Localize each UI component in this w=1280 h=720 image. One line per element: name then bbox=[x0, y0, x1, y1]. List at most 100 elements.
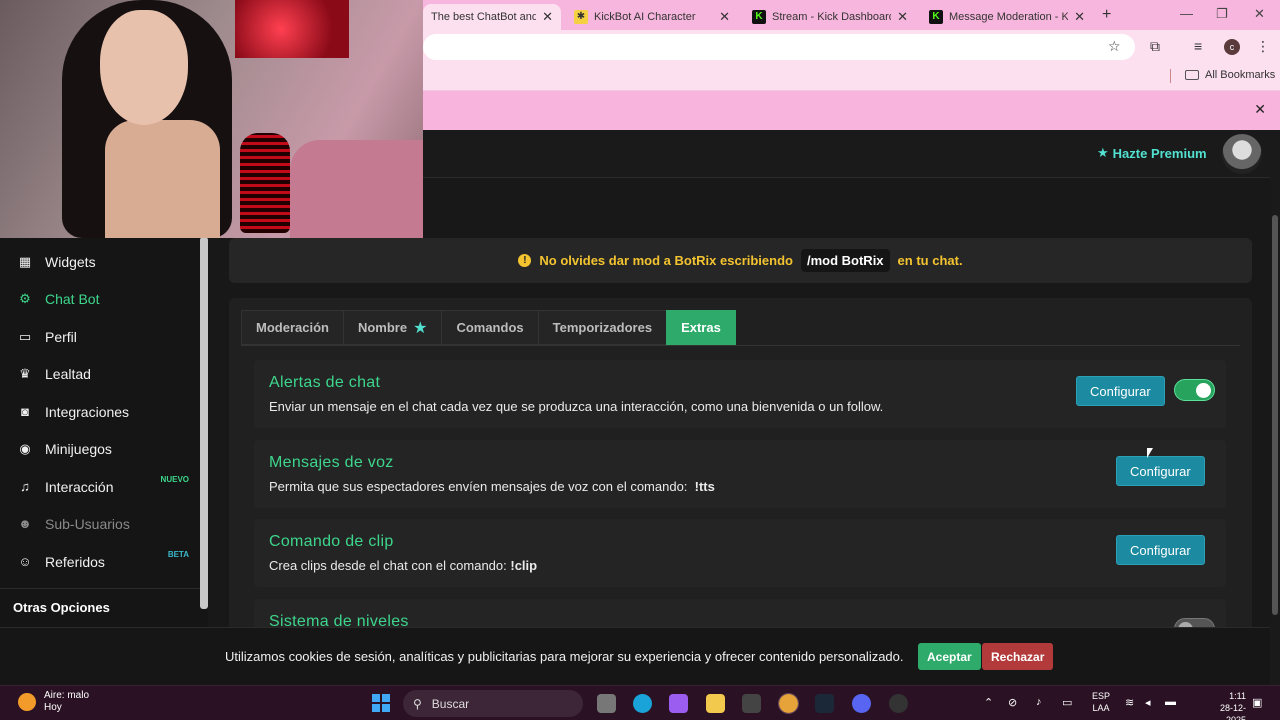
screen: The best ChatBot and Widgets ✕ ✱ KickBot… bbox=[0, 0, 1280, 720]
obs-icon[interactable] bbox=[889, 694, 908, 713]
file-explorer-icon[interactable] bbox=[706, 694, 725, 713]
sidebar-item-sub-usuarios[interactable]: ☻ Sub-Usuarios bbox=[17, 512, 197, 536]
card-description: Enviar un mensaje en el chat cada vez qu… bbox=[269, 399, 884, 414]
weather-widget[interactable]: Aire: malo Hoy bbox=[18, 690, 89, 714]
wall-art bbox=[235, 0, 349, 58]
tab-divider bbox=[241, 345, 1240, 346]
close-banner-icon[interactable]: ✕ bbox=[1254, 101, 1266, 118]
cookie-banner: Utilizamos cookies de sesión, analíticas… bbox=[0, 627, 1270, 685]
task-view-icon[interactable] bbox=[597, 694, 616, 713]
microphone bbox=[240, 133, 290, 233]
accept-cookies-button[interactable]: Aceptar bbox=[918, 643, 981, 670]
configurar-button[interactable]: Configurar bbox=[1116, 456, 1205, 486]
media-control-icon[interactable]: ≡ bbox=[1194, 38, 1202, 54]
tab-moderacion[interactable]: Moderación bbox=[241, 310, 343, 345]
sidebar-item-label: Referidos bbox=[45, 554, 105, 570]
store-icon[interactable] bbox=[742, 694, 761, 713]
card-title: Comando de clip bbox=[269, 533, 394, 550]
alertas-toggle[interactable] bbox=[1174, 379, 1215, 401]
tab-temporizadores[interactable]: Temporizadores bbox=[537, 310, 667, 345]
tab-title: Message Moderation - Kick bbox=[949, 11, 1069, 23]
sidebar-section-title: Otras Opciones bbox=[13, 600, 110, 615]
battery-icon[interactable]: ▬ bbox=[1165, 696, 1176, 708]
premium-link[interactable]: ★ Hazte Premium bbox=[1097, 145, 1207, 161]
tab-extras[interactable]: Extras bbox=[666, 310, 736, 345]
new-tab-icon[interactable]: + bbox=[1102, 6, 1111, 24]
trophy-icon: ♛ bbox=[19, 366, 31, 381]
all-bookmarks-button[interactable]: All Bookmarks bbox=[1185, 69, 1275, 81]
pink-blanket bbox=[290, 140, 423, 238]
scrollbar-thumb[interactable] bbox=[1272, 215, 1278, 615]
tray-chevron-icon[interactable]: ⌃ bbox=[984, 696, 993, 709]
reject-cookies-button[interactable]: Rechazar bbox=[982, 643, 1054, 670]
close-tab-icon[interactable]: ✕ bbox=[542, 9, 553, 25]
sidebar: ▦ Widgets ⚙ Chat Bot ▭ Perfil ♛ Lealtad … bbox=[0, 237, 208, 627]
tab-label: Temporizadores bbox=[552, 320, 653, 335]
card-description: Permita que sus espectadores envíen mens… bbox=[269, 479, 715, 494]
copilot-icon[interactable] bbox=[669, 694, 688, 713]
browser-tab-message-moderation[interactable]: K Message Moderation - Kick ✕ bbox=[921, 4, 1093, 30]
chatbot-tabs: Moderación Nombre ★ Comandos Temporizado… bbox=[241, 310, 736, 345]
sidebar-item-referidos[interactable]: ☺ Referidos BETA bbox=[17, 550, 197, 574]
sidebar-item-interaccion[interactable]: ♫ Interacción NUEVO bbox=[17, 475, 197, 499]
volume-icon[interactable]: ◂ bbox=[1145, 696, 1151, 709]
sidebar-item-lealtad[interactable]: ♛ Lealtad bbox=[17, 362, 197, 386]
wifi-icon[interactable]: ≋ bbox=[1125, 696, 1134, 709]
taskbar-search[interactable]: ⚲ Buscar bbox=[403, 690, 583, 717]
user-group-icon: ☺ bbox=[18, 554, 32, 569]
network-off-icon[interactable]: ⊘ bbox=[1008, 696, 1017, 709]
minimize-icon[interactable]: — bbox=[1180, 6, 1193, 21]
configurar-button[interactable]: Configurar bbox=[1076, 376, 1165, 406]
configurar-button[interactable]: Configurar bbox=[1116, 535, 1205, 565]
plug-icon: ◙ bbox=[21, 404, 29, 419]
close-tab-icon[interactable]: ✕ bbox=[1074, 9, 1085, 25]
tab-label: Nombre bbox=[357, 320, 408, 335]
chrome-icon[interactable] bbox=[778, 693, 799, 714]
sidebar-item-integraciones[interactable]: ◙ Integraciones bbox=[17, 400, 197, 424]
tablet-icon[interactable]: ▭ bbox=[1062, 696, 1072, 709]
sidebar-item-label: Interacción bbox=[45, 479, 114, 495]
steam-icon[interactable] bbox=[815, 694, 834, 713]
close-tab-icon[interactable]: ✕ bbox=[719, 9, 730, 25]
card-alertas-de-chat: Alertas de chat Enviar un mensaje en el … bbox=[254, 360, 1226, 428]
browser-menu-icon[interactable]: ⋮ bbox=[1256, 38, 1270, 55]
sidebar-item-label: Integraciones bbox=[45, 404, 130, 420]
bookmark-star-icon[interactable]: ☆ bbox=[1108, 38, 1121, 55]
windows-logo-icon bbox=[382, 694, 390, 702]
sidebar-item-label: Perfil bbox=[45, 329, 77, 345]
profile-avatar[interactable]: c bbox=[1224, 39, 1240, 55]
notifications-icon[interactable]: ▣ bbox=[1252, 696, 1262, 709]
browser-tab-kickbot[interactable]: ✱ KickBot AI Character ✕ bbox=[566, 4, 738, 30]
address-bar-input[interactable] bbox=[423, 34, 1135, 60]
page-scrollbar[interactable] bbox=[1270, 130, 1280, 685]
windows-logo-icon bbox=[372, 704, 380, 712]
sidebar-item-widgets[interactable]: ▦ Widgets bbox=[17, 250, 197, 274]
tab-comandos[interactable]: Comandos bbox=[441, 310, 538, 345]
users-icon: ☻ bbox=[18, 516, 32, 531]
browser-tab-kick-dashboard[interactable]: K Stream - Kick Dashboard ✕ bbox=[744, 4, 916, 30]
browser-tab-botrix[interactable]: The best ChatBot and Widgets ✕ bbox=[423, 4, 561, 30]
close-tab-icon[interactable]: ✕ bbox=[897, 9, 908, 25]
sidebar-item-chat-bot[interactable]: ⚙ Chat Bot bbox=[17, 287, 197, 311]
maximize-icon[interactable]: ❐ bbox=[1216, 6, 1228, 22]
sidebar-divider bbox=[0, 588, 200, 589]
mic-icon[interactable]: ♪ bbox=[1036, 696, 1042, 708]
edge-icon[interactable] bbox=[633, 694, 652, 713]
kickbot-favicon-icon: ✱ bbox=[574, 10, 588, 24]
start-button[interactable] bbox=[372, 694, 390, 712]
close-window-icon[interactable]: ✕ bbox=[1254, 6, 1265, 22]
clock[interactable]: 1:11 28-12-2025 bbox=[1202, 690, 1246, 720]
card-description-text: Crea clips desde el chat con el comando: bbox=[269, 558, 507, 573]
sidebar-item-minijuegos[interactable]: ◉ Minijuegos bbox=[17, 437, 197, 461]
weather-line-1: Aire: malo bbox=[44, 690, 90, 701]
notice-text-before: No olvides dar mod a BotRix escribiendo bbox=[539, 253, 793, 268]
extensions-icon[interactable]: ⧉ bbox=[1150, 38, 1160, 55]
tab-nombre[interactable]: Nombre ★ bbox=[342, 310, 442, 345]
language-indicator[interactable]: ESP LAA bbox=[1092, 690, 1110, 714]
user-avatar[interactable] bbox=[1222, 134, 1262, 174]
discord-icon[interactable] bbox=[852, 694, 871, 713]
webcam-overlay bbox=[0, 0, 423, 238]
sidebar-scrollbar[interactable] bbox=[200, 237, 208, 609]
sidebar-item-perfil[interactable]: ▭ Perfil bbox=[17, 325, 197, 349]
lang-line-2: LAA bbox=[1092, 703, 1110, 713]
